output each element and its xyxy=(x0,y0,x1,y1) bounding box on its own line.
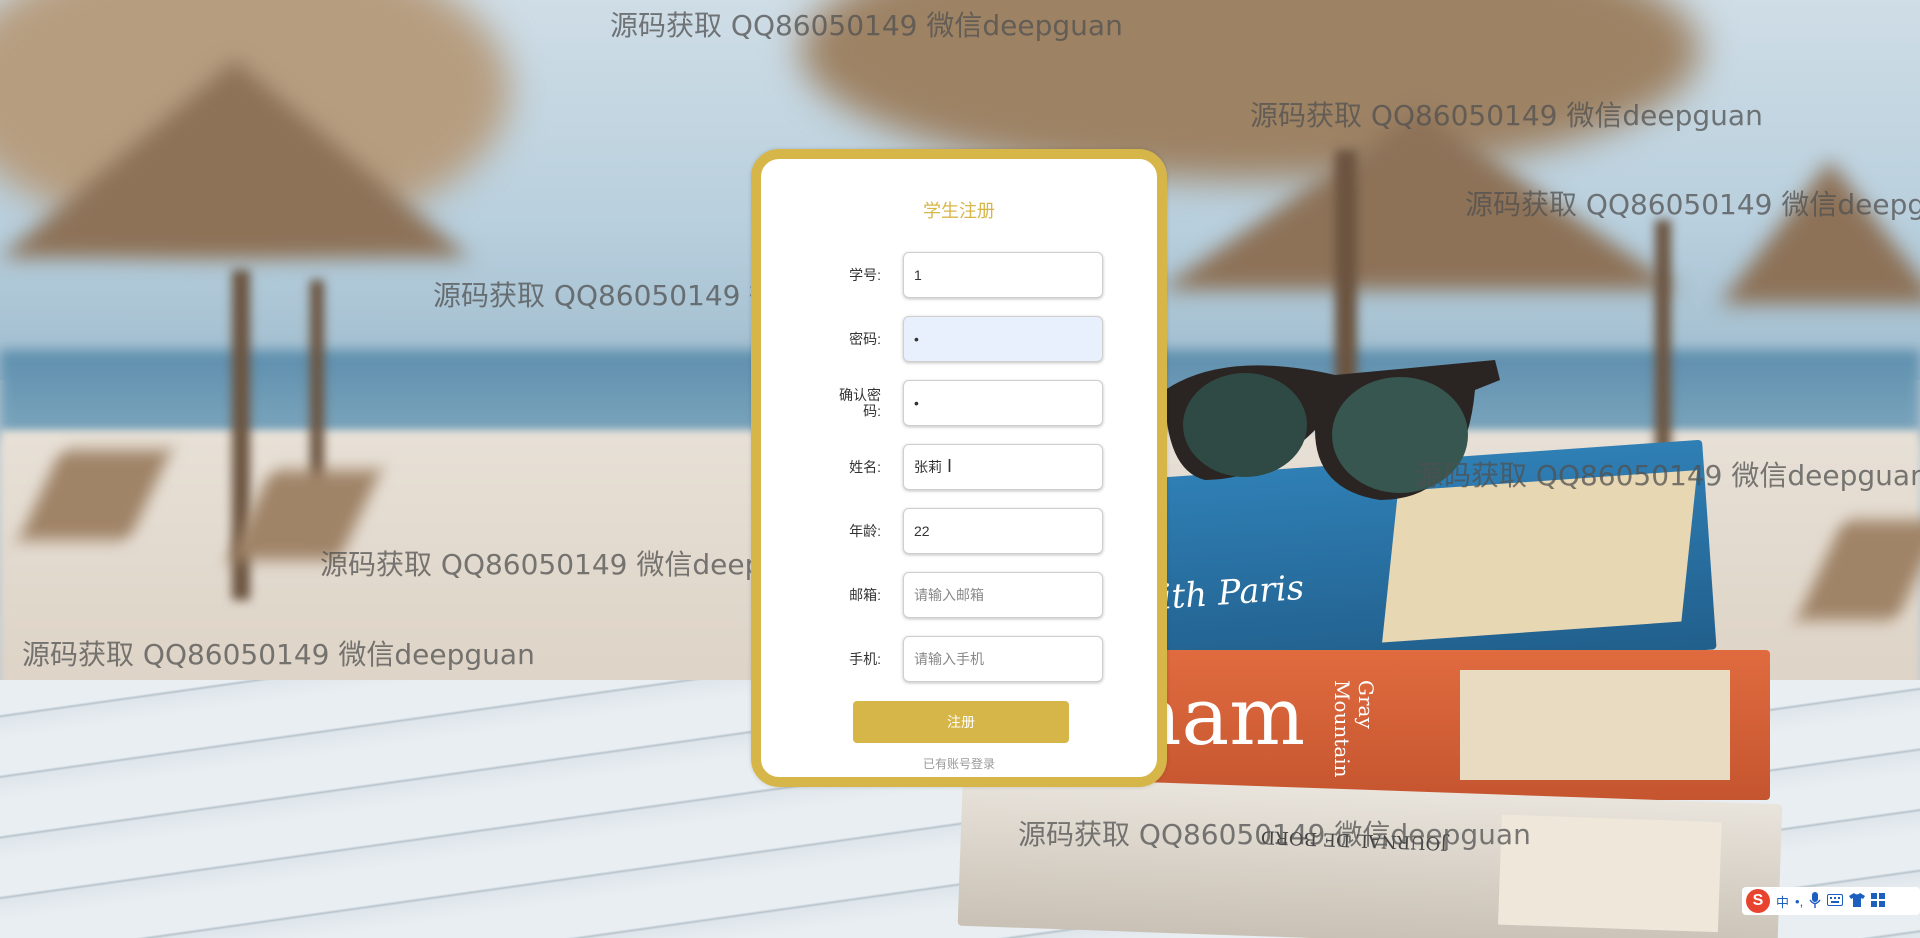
form-row-name: 姓名: I xyxy=(761,444,1157,490)
watermark: 源码获取 QQ86050149 微信deepguan xyxy=(1018,818,1531,851)
age-label: 年龄: xyxy=(849,523,881,539)
watermark: 源码获取 QQ86050149 微信deepguan xyxy=(1250,99,1763,132)
ime-logo-icon[interactable]: S xyxy=(1746,889,1770,913)
form-row-student-id: 学号: xyxy=(761,252,1157,298)
age-input[interactable] xyxy=(903,508,1103,554)
login-link[interactable]: 已有账号登录 xyxy=(761,755,1157,772)
ime-punctuation[interactable]: •, xyxy=(1795,894,1803,909)
book-orange: ham Gray Mountain xyxy=(1110,650,1770,800)
book-white: JOURNAL DE BORD xyxy=(957,775,1783,938)
name-input[interactable] xyxy=(903,444,1103,490)
shirt-icon[interactable] xyxy=(1849,892,1866,910)
page-title: 学生注册 xyxy=(923,201,995,221)
form-row-confirm-password: 确认密码: xyxy=(761,380,1157,426)
keyboard-icon[interactable] xyxy=(1827,893,1844,909)
mic-icon[interactable] xyxy=(1809,891,1821,911)
book-title: Gray Mountain xyxy=(1330,680,1378,778)
form-row-email: 邮箱: xyxy=(761,572,1157,618)
name-label: 姓名: xyxy=(849,459,881,475)
watermark: 源码获取 QQ86050149 微信deepguan xyxy=(22,638,535,671)
register-button[interactable]: 注册 xyxy=(853,701,1069,743)
umbrella-left xyxy=(0,60,470,280)
form-row-phone: 手机: xyxy=(761,636,1157,682)
confirm-password-input[interactable] xyxy=(903,380,1103,426)
student-id-input[interactable] xyxy=(903,252,1103,298)
form-row-password: 密码: xyxy=(761,316,1157,362)
watermark: 源码获取 QQ86050149 微信deepguan xyxy=(610,9,1123,42)
register-card: 学生注册 学号: 密码: 确认密码: 姓名: I 年龄: 邮箱: 手机: 注册 … xyxy=(751,149,1167,787)
ime-chinese-mode[interactable]: 中 xyxy=(1776,892,1789,911)
password-input[interactable] xyxy=(903,316,1103,362)
watermark: 源码获取 QQ86050149 微信deepguan xyxy=(1465,188,1920,221)
email-label: 邮箱: xyxy=(849,587,881,603)
confirm-password-label: 确认密码: xyxy=(839,387,881,419)
student-id-label: 学号: xyxy=(849,267,881,283)
grid-icon[interactable] xyxy=(1871,892,1886,910)
sunglasses xyxy=(1165,360,1500,500)
watermark: 源码获取 QQ86050149 微信deepguan xyxy=(1415,459,1920,492)
phone-label: 手机: xyxy=(849,651,881,667)
text-cursor-icon: I xyxy=(947,456,953,476)
ime-toolbar[interactable]: S 中 •, xyxy=(1742,887,1920,915)
password-label: 密码: xyxy=(849,331,881,347)
phone-input[interactable] xyxy=(903,636,1103,682)
form-row-age: 年龄: xyxy=(761,508,1157,554)
email-input[interactable] xyxy=(903,572,1103,618)
